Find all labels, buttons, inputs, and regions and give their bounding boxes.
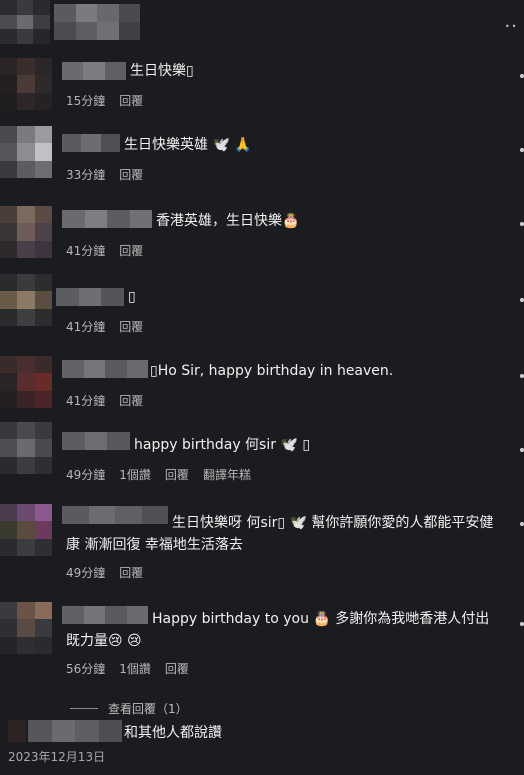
timestamp: 15分鐘 bbox=[66, 94, 106, 108]
comment-meta: 49分鐘 回覆 bbox=[66, 564, 143, 581]
header: ·· bbox=[0, 0, 524, 52]
comment-meta: 49分鐘 1個讚 回覆 翻譯年糕 bbox=[66, 466, 251, 483]
likes-text: 和其他人都說讚 bbox=[124, 725, 222, 741]
blurred-username[interactable] bbox=[62, 210, 152, 228]
comment-text: ▯ bbox=[128, 289, 136, 305]
comment-options-icon[interactable] bbox=[520, 522, 524, 526]
avatar[interactable] bbox=[0, 602, 52, 654]
view-replies[interactable]: 查看回覆（1） bbox=[70, 700, 188, 717]
avatar[interactable] bbox=[0, 422, 52, 474]
timestamp: 41分鐘 bbox=[66, 394, 106, 408]
blurred-liker-names bbox=[28, 720, 122, 742]
divider-line bbox=[70, 708, 98, 709]
comment-8: Happy birthday to you 🎂 多謝你為我哋香港人付出既力量😢 … bbox=[0, 596, 524, 686]
reply-button[interactable]: 回覆 bbox=[119, 564, 143, 581]
comment-meta: 41分鐘 回覆 bbox=[66, 318, 143, 335]
timestamp: 56分鐘 bbox=[66, 662, 106, 676]
comment-text: 香港英雄，生日快樂🎂 bbox=[156, 213, 300, 229]
comment-meta: 41分鐘 回覆 bbox=[66, 392, 143, 409]
timestamp: 33分鐘 bbox=[66, 168, 106, 182]
like-count[interactable]: 1個讚 bbox=[119, 466, 151, 483]
blurred-username[interactable] bbox=[62, 134, 120, 152]
more-options-icon[interactable]: ·· bbox=[505, 16, 518, 37]
timestamp: 41分鐘 bbox=[66, 244, 106, 258]
comment-meta: 15分鐘 回覆 bbox=[66, 92, 143, 109]
comment-options-icon[interactable] bbox=[520, 222, 524, 226]
translate-button[interactable]: 翻譯年糕 bbox=[203, 466, 251, 483]
blurred-username[interactable] bbox=[62, 360, 148, 378]
comment-7: 生日快樂呀 何sir▯ 🕊️ 幫你許願你愛的人都能平安健康 漸漸回復 幸福地生活… bbox=[0, 498, 524, 588]
reply-button[interactable]: 回覆 bbox=[119, 92, 143, 109]
likes-summary[interactable]: 和其他人都說讚 bbox=[0, 720, 524, 748]
like-count[interactable]: 1個讚 bbox=[119, 660, 151, 677]
reply-button[interactable]: 回覆 bbox=[119, 242, 143, 259]
reply-button[interactable]: 回覆 bbox=[119, 318, 143, 335]
blurred-username[interactable] bbox=[56, 288, 125, 306]
comment-text: ▯Ho Sir, happy birthday in heaven. bbox=[150, 363, 394, 379]
blurred-liker-avatar bbox=[8, 720, 26, 742]
reply-button[interactable]: 回覆 bbox=[119, 166, 143, 183]
comment-options-icon[interactable] bbox=[520, 448, 524, 452]
post-date: 2023年12月13日 bbox=[8, 750, 106, 764]
timestamp: 41分鐘 bbox=[66, 320, 106, 334]
comment-options-icon[interactable] bbox=[520, 148, 524, 152]
comment-text: 生日快樂英雄 🕊️ 🙏 bbox=[124, 137, 252, 153]
comment-3: 香港英雄，生日快樂🎂 41分鐘 回覆 bbox=[0, 198, 524, 262]
header-blurred-avatar bbox=[0, 0, 50, 44]
reply-button[interactable]: 回覆 bbox=[165, 660, 189, 677]
comment-4: ▯ 41分鐘 回覆 bbox=[0, 270, 524, 342]
comment-meta: 33分鐘 回覆 bbox=[66, 166, 143, 183]
comment-meta: 41分鐘 回覆 bbox=[66, 242, 143, 259]
timestamp: 49分鐘 bbox=[66, 468, 106, 482]
blurred-username[interactable] bbox=[62, 62, 126, 80]
comment-text: 生日快樂▯ bbox=[130, 63, 194, 79]
comment-5: ▯Ho Sir, happy birthday in heaven. 41分鐘 … bbox=[0, 350, 524, 414]
comment-options-icon[interactable] bbox=[520, 622, 524, 626]
reply-button[interactable]: 回覆 bbox=[165, 466, 189, 483]
comment-options-icon[interactable] bbox=[520, 298, 524, 302]
comment-options-icon[interactable] bbox=[520, 74, 524, 78]
avatar[interactable] bbox=[0, 206, 52, 258]
blurred-username[interactable] bbox=[62, 432, 131, 450]
comment-2: 生日快樂英雄 🕊️ 🙏 33分鐘 回覆 bbox=[0, 120, 524, 188]
reply-button[interactable]: 回覆 bbox=[119, 392, 143, 409]
avatar[interactable] bbox=[0, 126, 52, 178]
avatar[interactable] bbox=[0, 356, 52, 408]
comment-meta: 56分鐘 1個讚 回覆 bbox=[66, 660, 189, 677]
comment-options-icon[interactable] bbox=[520, 374, 524, 378]
avatar[interactable] bbox=[0, 274, 52, 326]
header-blurred-name bbox=[54, 4, 140, 40]
timestamp: 49分鐘 bbox=[66, 566, 106, 580]
avatar[interactable] bbox=[0, 504, 52, 556]
view-replies-label[interactable]: 查看回覆（1） bbox=[108, 700, 188, 717]
comment-text: happy birthday 何sir 🕊️ ▯ bbox=[134, 437, 311, 453]
comment-1: 生日快樂▯ 15分鐘 回覆 bbox=[0, 52, 524, 112]
comment-text: Happy birthday to you 🎂 多謝你為我哋香港人付出既力量😢 … bbox=[66, 611, 490, 649]
comment-text: 生日快樂呀 何sir▯ 🕊️ 幫你許願你愛的人都能平安健康 漸漸回復 幸福地生活… bbox=[66, 515, 494, 553]
avatar[interactable] bbox=[0, 58, 52, 110]
comment-6: happy birthday 何sir 🕊️ ▯ 49分鐘 1個讚 回覆 翻譯年… bbox=[0, 420, 524, 490]
